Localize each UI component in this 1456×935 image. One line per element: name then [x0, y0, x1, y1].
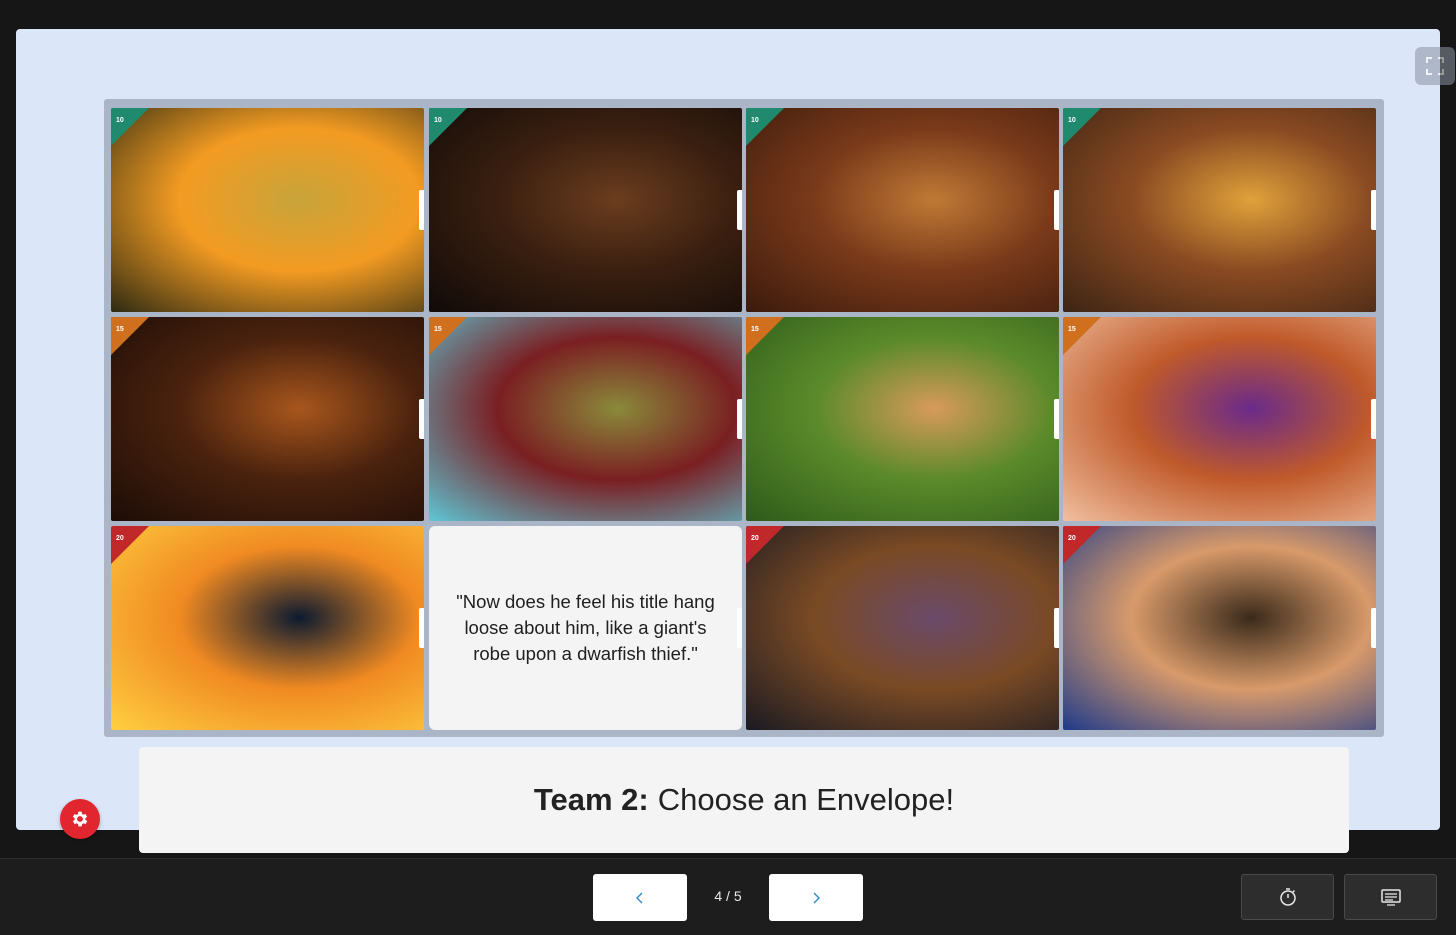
card-illustration [429, 317, 742, 521]
card-edge-tab [1054, 190, 1059, 230]
card-edge-tab [419, 190, 424, 230]
envelope-card-10[interactable]: 10 [111, 108, 424, 312]
envelope-card-10[interactable]: 10 [429, 108, 742, 312]
envelope-card-20[interactable]: 20 [1063, 526, 1376, 730]
card-edge-tab [1371, 608, 1376, 648]
envelope-card-10[interactable]: 10 [746, 108, 1059, 312]
card-edge-tab [737, 190, 742, 230]
timer-button[interactable] [1241, 874, 1334, 920]
notes-icon [1380, 889, 1401, 906]
fullscreen-button[interactable] [1415, 47, 1455, 85]
card-edge-tab [419, 399, 424, 439]
envelope-card-20[interactable]: 20 [111, 526, 424, 730]
points-label: 15 [116, 326, 124, 333]
settings-button[interactable] [60, 799, 100, 839]
card-illustration [746, 317, 1059, 521]
card-illustration [1063, 526, 1376, 730]
points-label: 10 [116, 117, 124, 124]
card-edge-tab [1054, 608, 1059, 648]
card-illustration [429, 108, 742, 312]
turn-prompt: Choose an Envelope! [657, 782, 955, 817]
points-label: 20 [751, 535, 759, 542]
quote-text: "Now does he feel his title hang loose a… [456, 591, 715, 664]
points-label: 10 [1068, 117, 1076, 124]
team-label: Team 2: [533, 782, 649, 817]
card-edge-tab [737, 608, 742, 648]
card-illustration [1063, 108, 1376, 312]
chevron-right-icon [813, 891, 821, 904]
envelope-card-15[interactable]: 15 [1063, 317, 1376, 521]
points-corner-ribbon [746, 526, 784, 564]
envelope-card-20[interactable]: 20 [746, 526, 1059, 730]
points-corner-ribbon [111, 526, 149, 564]
points-label: 10 [434, 117, 442, 124]
points-label: 20 [116, 535, 124, 542]
envelope-card-15[interactable]: 15 [111, 317, 424, 521]
envelope-card-15[interactable]: 15 [429, 317, 742, 521]
points-label: 15 [434, 326, 442, 333]
gear-icon [72, 811, 88, 827]
jeopardy-board: 10 10 10 10 15 15 15 15 20 "Now does he feel his … [104, 99, 1384, 737]
expand-icon [1426, 57, 1444, 75]
card-edge-tab [1054, 399, 1059, 439]
points-label: 20 [1068, 535, 1076, 542]
card-illustration [1063, 317, 1376, 521]
points-corner-ribbon [1063, 526, 1101, 564]
points-corner-ribbon [429, 317, 467, 355]
card-illustration [746, 526, 1059, 730]
points-corner-ribbon [746, 108, 784, 146]
card-illustration [111, 108, 424, 312]
points-corner-ribbon [111, 108, 149, 146]
points-label: 10 [751, 117, 759, 124]
points-corner-ribbon [746, 317, 784, 355]
points-corner-ribbon [429, 108, 467, 146]
envelope-card-15[interactable]: 15 [746, 317, 1059, 521]
presentation-controls: 4 / 5 [0, 858, 1456, 935]
points-corner-ribbon [1063, 317, 1101, 355]
stopwatch-icon [1279, 888, 1296, 906]
envelope-card-10[interactable]: 10 [1063, 108, 1376, 312]
card-illustration [111, 526, 424, 730]
points-label: 15 [1068, 326, 1076, 333]
presentation-stage: 10 10 10 10 15 15 15 15 20 "Now does he feel his … [16, 29, 1455, 853]
card-edge-tab [419, 608, 424, 648]
card-illustration [111, 317, 424, 521]
points-corner-ribbon [111, 317, 149, 355]
card-illustration [746, 108, 1059, 312]
page-indicator: 4 / 5 [714, 888, 742, 904]
card-edge-tab [737, 399, 742, 439]
next-slide-button[interactable] [769, 874, 863, 921]
card-edge-tab [1371, 399, 1376, 439]
chevron-left-icon [635, 891, 643, 904]
card-edge-tab [1371, 190, 1376, 230]
notes-button[interactable] [1344, 874, 1437, 920]
revealed-quote-card[interactable]: "Now does he feel his title hang loose a… [429, 526, 742, 730]
points-corner-ribbon [1063, 108, 1101, 146]
turn-banner: Team 2: Choose an Envelope! [139, 747, 1349, 853]
previous-slide-button[interactable] [593, 874, 687, 921]
points-label: 15 [751, 326, 759, 333]
